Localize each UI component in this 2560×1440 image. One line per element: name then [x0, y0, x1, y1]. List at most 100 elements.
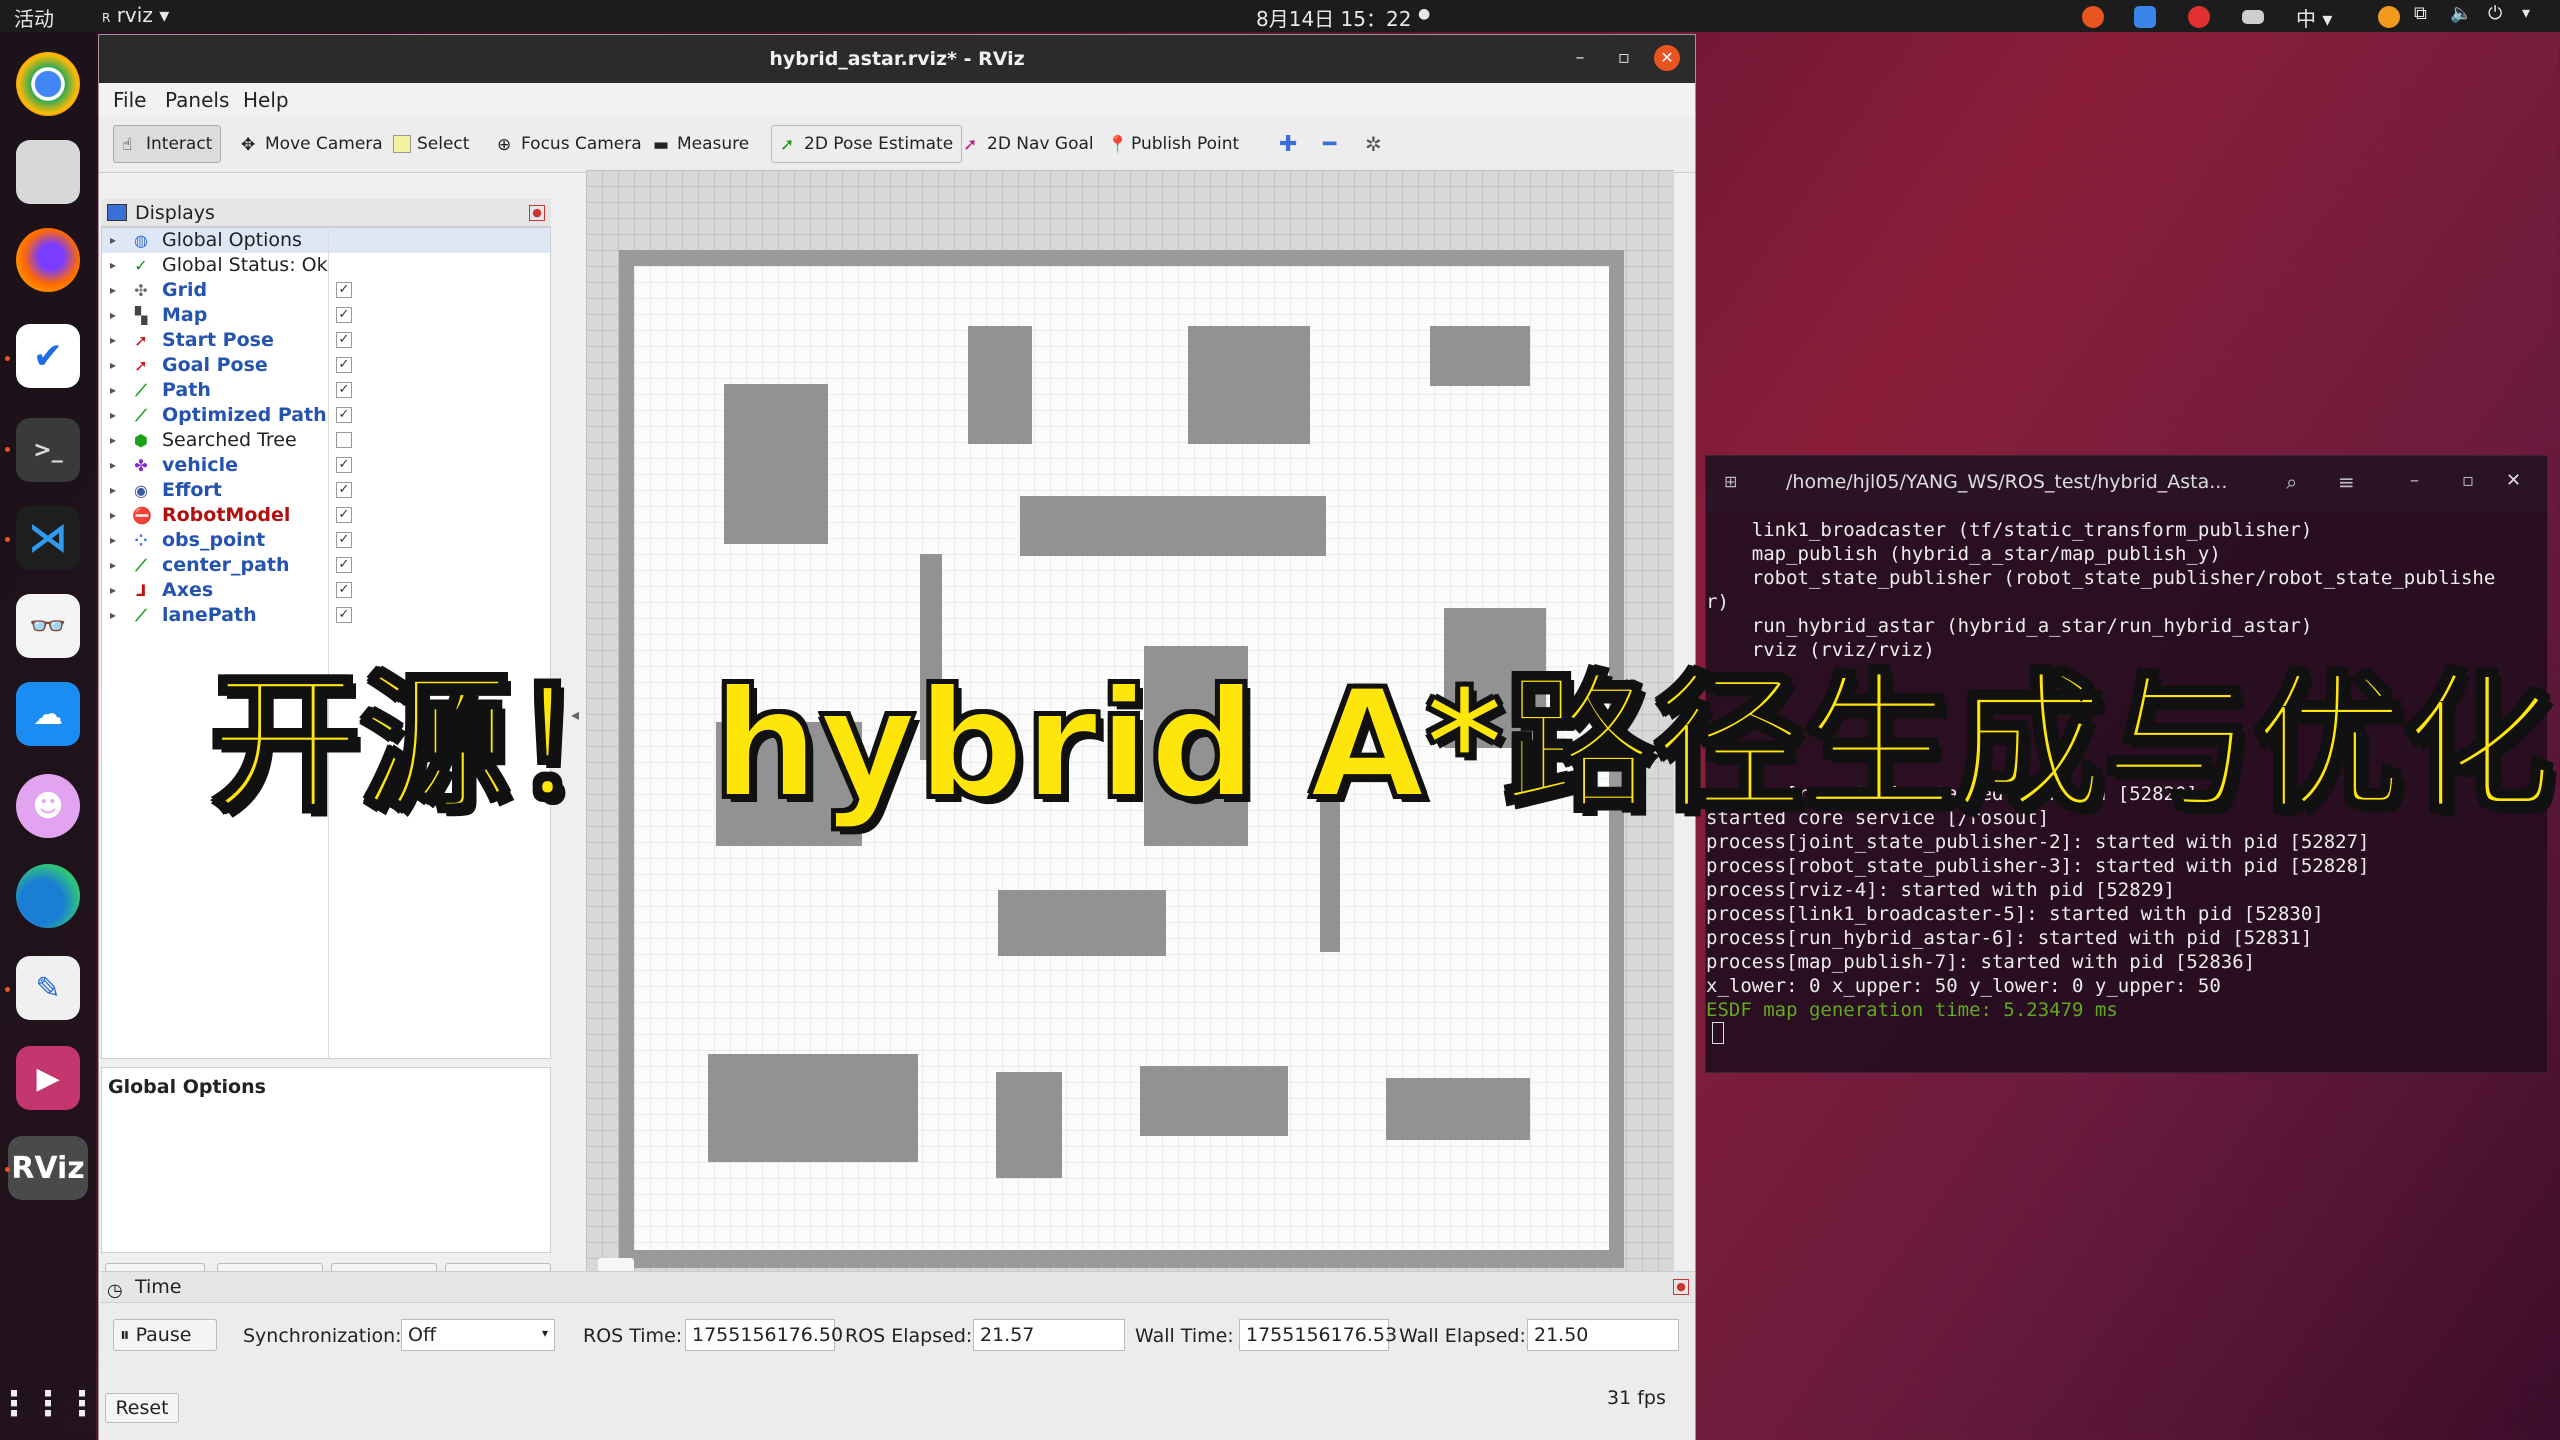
move-camera-button[interactable]: ✥ Move Camera — [233, 125, 391, 163]
expand-arrow-icon[interactable]: ▸ — [110, 228, 116, 253]
network-icon[interactable]: ⧉ — [2414, 3, 2427, 24]
tree-item-grid[interactable]: ▸ ✣ Grid ✓ — [102, 278, 550, 303]
edge-icon[interactable] — [16, 864, 80, 928]
expand-arrow-icon[interactable]: ▸ — [110, 528, 116, 553]
visibility-checkbox[interactable]: ✓ — [336, 407, 352, 423]
expand-arrow-icon[interactable]: ▸ — [110, 478, 116, 503]
visibility-checkbox[interactable]: ✓ — [336, 457, 352, 473]
menu-panels[interactable]: Panels — [165, 88, 229, 112]
tree-item-robot-model[interactable]: ▸ ⛔ RobotModel ✓ — [102, 503, 550, 528]
expand-arrow-icon[interactable]: ▸ — [110, 503, 116, 528]
search-icon[interactable]: ⌕ — [2286, 470, 2297, 494]
tree-item-searched-tree[interactable]: ▸ ⬢ Searched Tree — [102, 428, 550, 453]
tree-item-path[interactable]: ▸ ⟋ Path ✓ — [102, 378, 550, 403]
status-tray-icon[interactable] — [2378, 6, 2400, 28]
wall-elapsed-field[interactable]: 21.50 — [1527, 1319, 1679, 1351]
chrome-icon[interactable] — [16, 52, 80, 116]
tree-item-global-status[interactable]: ▸ ✓ Global Status: Ok — [102, 253, 550, 278]
blocker-tray-icon[interactable] — [2188, 6, 2210, 28]
visibility-checkbox[interactable]: ✓ — [336, 507, 352, 523]
chevron-down-icon[interactable]: ▾ — [2522, 3, 2530, 22]
close-panel-icon[interactable]: ● — [1673, 1279, 1689, 1295]
input-method[interactable]: 中 ▾ — [2296, 3, 2332, 32]
cloud-drive-icon[interactable]: ☁ — [16, 682, 80, 746]
tool-properties-icon[interactable]: ✲ — [1357, 125, 1390, 163]
mail-client-icon[interactable]: ✔ — [16, 324, 80, 388]
tree-item-start-pose[interactable]: ▸ ➚ Start Pose ✓ — [102, 328, 550, 353]
close-icon[interactable]: ✕ — [1654, 45, 1680, 71]
media-player-icon[interactable]: ▶ — [16, 1046, 80, 1110]
ros-time-field[interactable]: 1755156176.50 — [685, 1319, 843, 1351]
minimize-icon[interactable]: – — [1567, 45, 1593, 71]
hamburger-menu-icon[interactable]: ≡ — [2338, 470, 2355, 494]
files-icon[interactable] — [16, 140, 80, 204]
firefox-icon[interactable] — [16, 228, 80, 292]
select-button[interactable]: Select — [385, 125, 477, 163]
remove-tool-icon[interactable]: ━ — [1315, 125, 1344, 163]
expand-arrow-icon[interactable]: ▸ — [110, 328, 116, 353]
visibility-checkbox[interactable] — [336, 432, 352, 448]
tree-item-center-path[interactable]: ▸ ⟋ center_path ✓ — [102, 553, 550, 578]
expand-arrow-icon[interactable]: ▸ — [110, 378, 116, 403]
text-editor-icon[interactable]: ✎ — [16, 956, 80, 1020]
nav-goal-button[interactable]: ➚ 2D Nav Goal — [955, 125, 1102, 163]
expand-arrow-icon[interactable]: ▸ — [110, 428, 116, 453]
apps-grid-icon[interactable]: ⋮⋮⋮ — [0, 1372, 99, 1436]
visibility-checkbox[interactable]: ✓ — [336, 282, 352, 298]
tree-item-vehicle[interactable]: ▸ ✤ vehicle ✓ — [102, 453, 550, 478]
publish-point-button[interactable]: 📍 Publish Point — [1099, 125, 1247, 163]
mail-tray-icon[interactable] — [2134, 6, 2156, 28]
vscode-icon[interactable]: ⋊ — [16, 506, 80, 570]
interact-button[interactable]: ☝ Interact — [113, 125, 222, 163]
maximize-icon[interactable]: ▫ — [2462, 470, 2474, 491]
app-tray-icon[interactable] — [2082, 6, 2104, 28]
visibility-checkbox[interactable]: ✓ — [336, 482, 352, 498]
minimize-icon[interactable]: – — [2410, 470, 2419, 491]
measure-button[interactable]: ▬ Measure — [645, 125, 757, 163]
visibility-checkbox[interactable]: ✓ — [336, 357, 352, 373]
expand-arrow-icon[interactable]: ▸ — [110, 253, 116, 278]
terminal-icon[interactable]: >_ — [16, 418, 80, 482]
visibility-checkbox[interactable]: ✓ — [336, 532, 352, 548]
visibility-checkbox[interactable]: ✓ — [336, 607, 352, 623]
ros-elapsed-field[interactable]: 21.57 — [973, 1319, 1125, 1351]
close-icon[interactable]: ✕ — [2506, 470, 2521, 491]
column-divider[interactable] — [328, 227, 329, 1059]
visibility-checkbox[interactable]: ✓ — [336, 582, 352, 598]
tree-item-map[interactable]: ▸ ▚ Map ✓ — [102, 303, 550, 328]
pose-estimate-button[interactable]: ➚ 2D Pose Estimate — [771, 125, 963, 163]
expand-arrow-icon[interactable]: ▸ — [110, 553, 116, 578]
rviz-icon[interactable]: RViz — [8, 1136, 88, 1200]
tree-item-axes[interactable]: ▸ ⅃ Axes ✓ — [102, 578, 550, 603]
menu-file[interactable]: File — [113, 88, 146, 112]
chat-cat-icon[interactable]: ☻ — [16, 774, 80, 838]
new-tab-icon[interactable]: ⊞ — [1724, 472, 1737, 491]
expand-arrow-icon[interactable]: ▸ — [110, 403, 116, 428]
volume-icon[interactable]: 🔈 — [2450, 3, 2472, 24]
tree-item-obs-point[interactable]: ▸ ⁘ obs_point ✓ — [102, 528, 550, 553]
tree-item-optimized-path[interactable]: ▸ ⟋ Optimized Path ✓ — [102, 403, 550, 428]
visibility-checkbox[interactable]: ✓ — [336, 332, 352, 348]
expand-arrow-icon[interactable]: ▸ — [110, 278, 116, 303]
wall-time-field[interactable]: 1755156176.53 — [1239, 1319, 1397, 1351]
maximize-icon[interactable]: ▫ — [1611, 45, 1637, 71]
expand-arrow-icon[interactable]: ▸ — [110, 353, 116, 378]
focus-camera-button[interactable]: ⊕ Focus Camera — [489, 125, 650, 163]
pause-button[interactable]: ⏸ Pause — [113, 1319, 217, 1351]
expand-arrow-icon[interactable]: ▸ — [110, 603, 116, 628]
sync-select[interactable]: Off ▾ — [401, 1319, 555, 1351]
expand-arrow-icon[interactable]: ▸ — [110, 453, 116, 478]
add-tool-icon[interactable]: ✚ — [1271, 125, 1305, 163]
tree-item-global-options[interactable]: ▸ ◍ Global Options — [102, 228, 550, 253]
expand-arrow-icon[interactable]: ▸ — [110, 303, 116, 328]
tree-item-effort[interactable]: ▸ ◉ Effort ✓ — [102, 478, 550, 503]
reset-button[interactable]: Reset — [105, 1393, 179, 1423]
visibility-checkbox[interactable]: ✓ — [336, 307, 352, 323]
power-icon[interactable]: ⏻ — [2488, 3, 2502, 24]
close-panel-icon[interactable]: ● — [529, 205, 545, 221]
document-viewer-icon[interactable]: 👓 — [16, 594, 80, 658]
app-menu[interactable]: R rviz ▾ — [102, 3, 169, 27]
keyboard-tray-icon[interactable] — [2242, 10, 2264, 24]
tree-item-lane-path[interactable]: ▸ ⟋ lanePath ✓ — [102, 603, 550, 628]
clock[interactable]: 8月14日 15：22 — [1256, 3, 1411, 32]
